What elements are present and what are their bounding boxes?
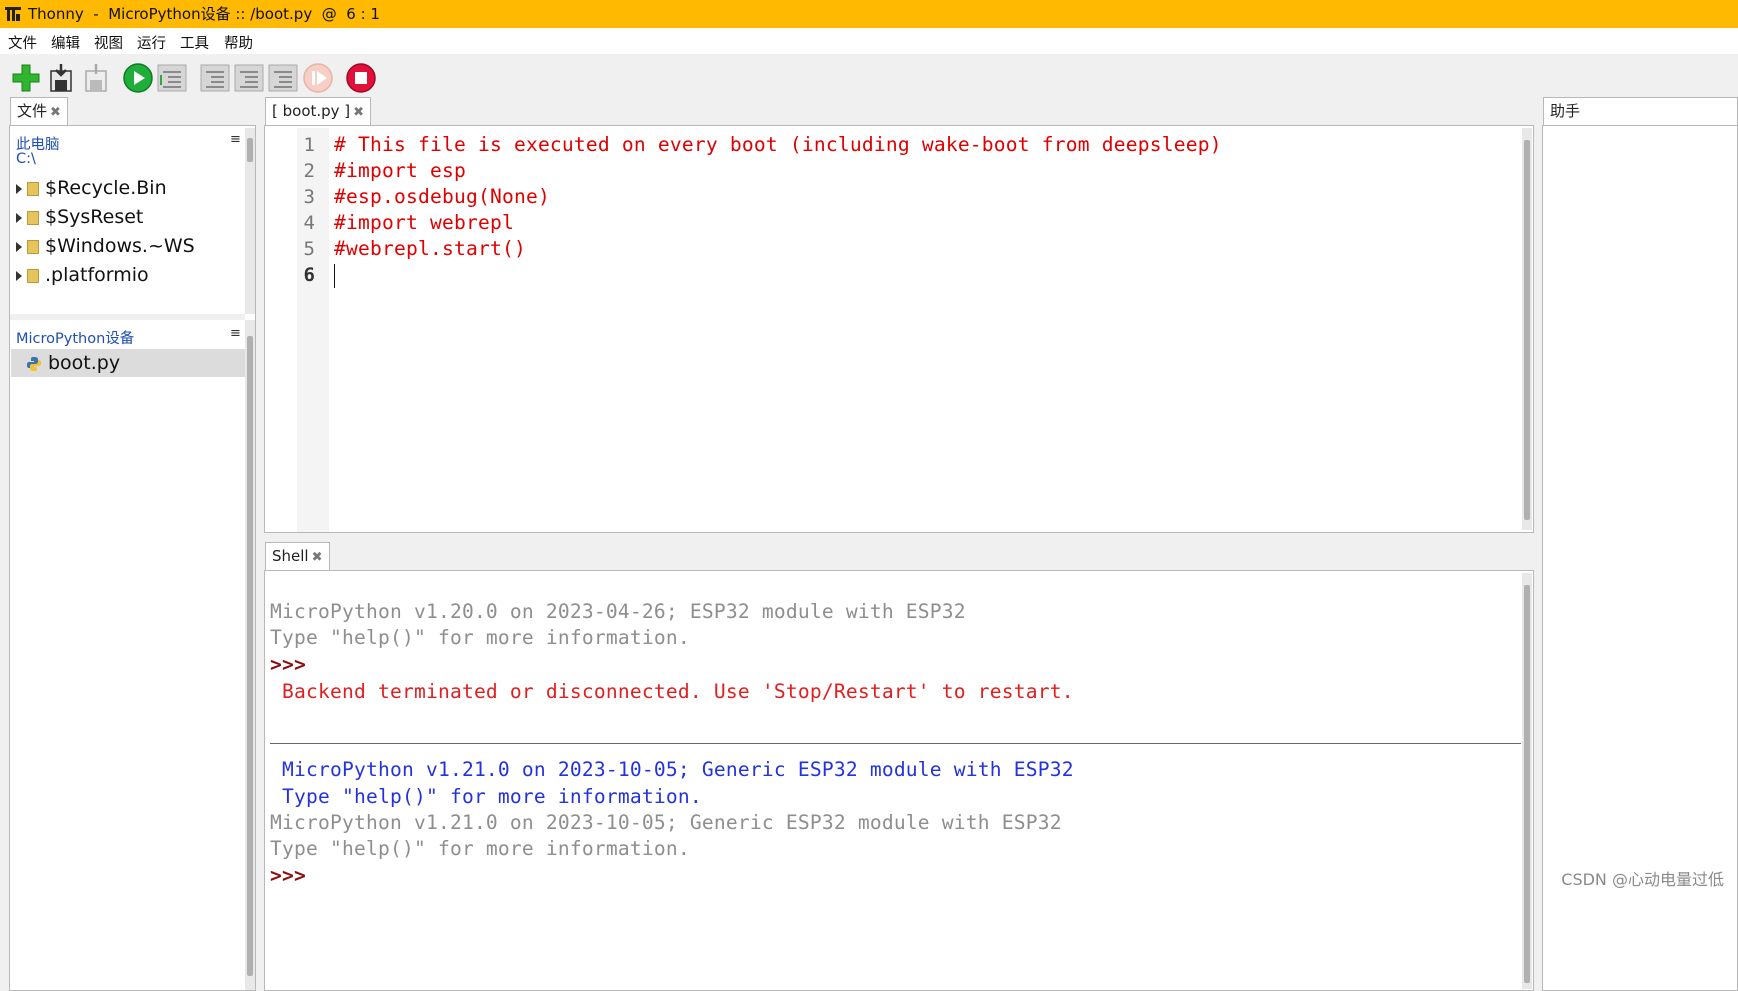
- stop-icon[interactable]: [345, 62, 377, 94]
- debug-icon[interactable]: [156, 62, 188, 94]
- shell-output-line: Type "help()" for more information.: [270, 626, 690, 649]
- menu-help[interactable]: 帮助: [224, 32, 253, 53]
- list-item[interactable]: $Recycle.Bin: [16, 174, 167, 202]
- line-number: 4: [303, 212, 315, 234]
- watermark: CSDN @心动电量过低: [1561, 870, 1724, 889]
- line-number-current: 6: [303, 264, 315, 286]
- assistant-panel: [1542, 125, 1738, 991]
- toolbar: [0, 54, 1738, 102]
- menu-bar: 文件 编辑 视图 运行 工具 帮助: [0, 28, 1738, 54]
- menu-icon[interactable]: ≡: [230, 326, 241, 341]
- list-item[interactable]: $SysReset: [16, 203, 143, 231]
- menu-edit[interactable]: 编辑: [51, 32, 80, 53]
- thonny-logo-icon: [5, 7, 21, 21]
- tab-files[interactable]: 文件 ✖: [10, 97, 68, 126]
- step-into-icon[interactable]: [233, 62, 265, 94]
- save-all-icon[interactable]: [80, 62, 112, 94]
- text-cursor: [334, 264, 335, 288]
- expand-arrow-icon[interactable]: [16, 183, 22, 194]
- close-icon[interactable]: ✖: [353, 105, 364, 120]
- panel-divider[interactable]: [10, 314, 245, 320]
- menu-file[interactable]: 文件: [8, 32, 37, 53]
- resume-icon[interactable]: [302, 62, 334, 94]
- step-out-icon[interactable]: [267, 62, 299, 94]
- new-file-icon[interactable]: [10, 62, 42, 94]
- menu-run[interactable]: 运行: [137, 32, 166, 53]
- list-item[interactable]: $Windows.~WS: [16, 232, 195, 260]
- shell-output-line: Type "help()" for more information.: [270, 837, 690, 860]
- shell-output-line: MicroPython v1.21.0 on 2023-10-05; Gener…: [270, 758, 1074, 781]
- code-line[interactable]: #webrepl.start(): [334, 237, 526, 260]
- shell-error-line: Backend terminated or disconnected. Use …: [270, 680, 1074, 703]
- folder-icon: [27, 239, 39, 254]
- close-icon[interactable]: ✖: [312, 550, 323, 565]
- list-item[interactable]: boot.py: [26, 349, 120, 377]
- device-scrollbar[interactable]: [245, 320, 255, 990]
- tab-assistant-label: 助手: [1550, 102, 1581, 120]
- tab-files-label: 文件: [17, 102, 48, 120]
- scroll-thumb[interactable]: [247, 138, 253, 162]
- line-number: 1: [303, 134, 315, 156]
- step-over-icon[interactable]: [199, 62, 231, 94]
- list-item[interactable]: .platformio: [16, 261, 149, 289]
- menu-view[interactable]: 视图: [94, 32, 123, 53]
- menu-icon[interactable]: ≡: [230, 132, 241, 147]
- tab-shell-label: Shell: [272, 547, 309, 565]
- line-number: 3: [303, 186, 315, 208]
- shell-output-line: Type "help()" for more information.: [270, 785, 702, 808]
- shell-output-line: MicroPython v1.21.0 on 2023-10-05; Gener…: [270, 811, 1062, 834]
- title-bar: Thonny - MicroPython设备 :: /boot.py @ 6 :…: [0, 0, 1738, 28]
- tab-assistant[interactable]: 助手: [1543, 97, 1738, 126]
- menu-tools[interactable]: 工具: [180, 32, 209, 53]
- device-section-title[interactable]: MicroPython设备: [16, 327, 134, 348]
- folder-icon: [27, 181, 39, 196]
- run-icon[interactable]: [122, 62, 154, 94]
- window-title: Thonny - MicroPython设备 :: /boot.py @ 6 :…: [28, 5, 380, 23]
- expand-arrow-icon[interactable]: [16, 270, 22, 281]
- folder-icon: [27, 210, 39, 225]
- scroll-thumb[interactable]: [247, 336, 253, 976]
- tab-boot-py[interactable]: [ boot.py ] ✖: [265, 97, 372, 126]
- expand-arrow-icon[interactable]: [16, 212, 22, 223]
- code-line[interactable]: #import webrepl: [334, 211, 514, 234]
- shell-separator: [270, 743, 1521, 744]
- line-number: 5: [303, 238, 315, 260]
- editor-scrollbar[interactable]: [1522, 128, 1532, 530]
- shell-prompt: >>>: [270, 653, 306, 676]
- scroll-thumb[interactable]: [1524, 140, 1530, 520]
- shell-output-line: MicroPython v1.20.0 on 2023-04-26; ESP32…: [270, 600, 966, 623]
- close-icon[interactable]: ✖: [50, 105, 61, 120]
- tab-boot-py-label: [ boot.py ]: [272, 102, 351, 120]
- code-line[interactable]: #import esp: [334, 159, 466, 182]
- shell-prompt[interactable]: >>>: [270, 864, 306, 887]
- save-file-icon[interactable]: [45, 62, 77, 94]
- folder-icon: [27, 268, 39, 283]
- python-file-icon: [27, 356, 41, 371]
- tab-shell[interactable]: Shell ✖: [265, 542, 330, 571]
- line-number: 2: [303, 160, 315, 182]
- current-path[interactable]: C:\: [16, 151, 36, 167]
- scroll-thumb[interactable]: [1524, 585, 1530, 983]
- code-line[interactable]: # This file is executed on every boot (i…: [334, 133, 1222, 156]
- expand-arrow-icon[interactable]: [16, 241, 22, 252]
- shell-scrollbar[interactable]: [1522, 573, 1532, 989]
- files-scrollbar[interactable]: [245, 128, 255, 314]
- code-line[interactable]: #esp.osdebug(None): [334, 185, 550, 208]
